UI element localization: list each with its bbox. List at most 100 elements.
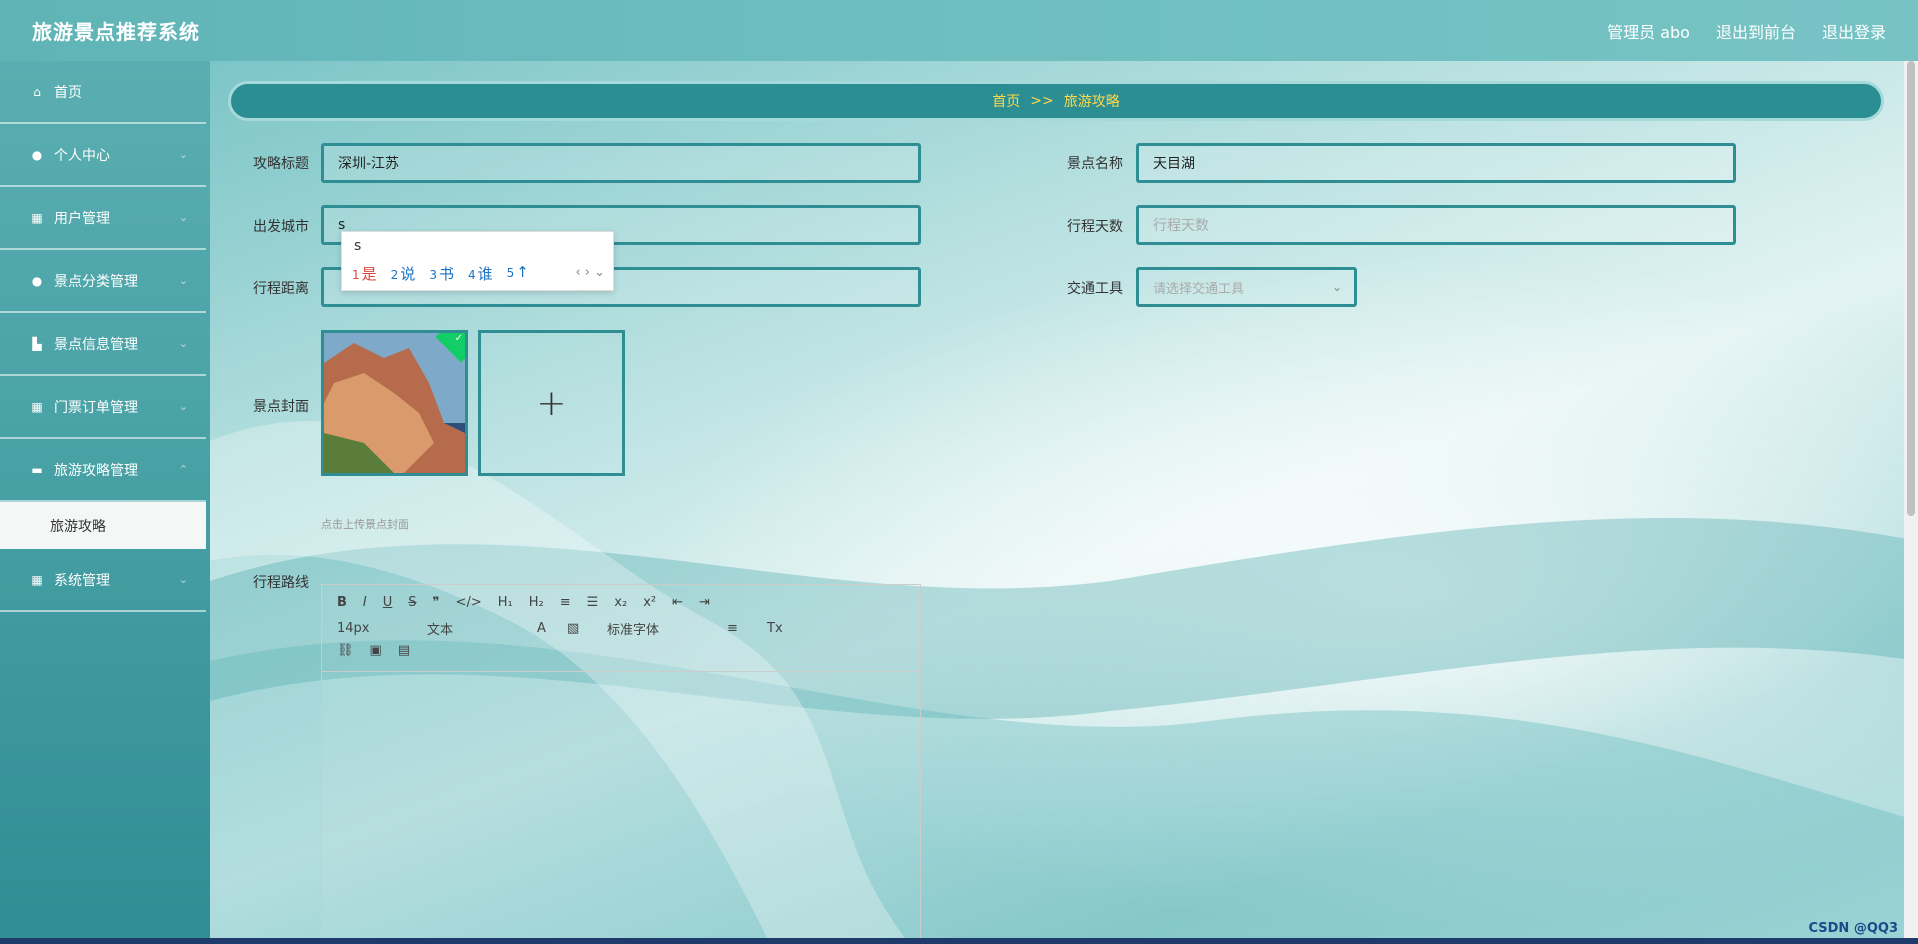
- chevron-down-icon: ⌄: [178, 274, 188, 287]
- ime-typed-text: s: [354, 238, 362, 254]
- upload-add-button[interactable]: +: [478, 330, 625, 476]
- cover-image: [324, 333, 465, 473]
- breadcrumb-home[interactable]: 首页: [992, 91, 1020, 111]
- trip-distance-label: 行程距离: [253, 281, 309, 297]
- image-icon[interactable]: ▣: [370, 643, 382, 658]
- home-icon: ⌂: [33, 84, 41, 99]
- sidebar-item-label: 门票订单管理: [54, 399, 138, 416]
- link-icon[interactable]: ⛓: [337, 643, 354, 658]
- indent-icon[interactable]: ⇥: [699, 595, 710, 610]
- breadcrumb: 首页 >> 旅游攻略: [228, 81, 1884, 121]
- user-icon: ●: [31, 147, 43, 162]
- sidebar-item-system-management[interactable]: ▦ 系统管理 ⌄: [0, 549, 206, 612]
- departure-city-label: 出发城市: [253, 219, 309, 235]
- sidebar-item-label: 用户管理: [54, 210, 110, 227]
- back-to-front-link[interactable]: 退出到前台: [1716, 19, 1796, 43]
- grid-icon: ▦: [31, 210, 43, 225]
- transport-select[interactable]: 请选择交通工具 ⌄: [1136, 267, 1357, 307]
- chevron-down-icon: ⌄: [178, 400, 188, 413]
- chevron-down-icon: ⌄: [1331, 280, 1342, 294]
- sidebar-item-home[interactable]: ⌂ 首页: [0, 61, 206, 124]
- transport-placeholder: 请选择交通工具: [1153, 281, 1245, 297]
- cover-label: 景点封面: [253, 399, 309, 415]
- outdent-icon[interactable]: ⇤: [672, 595, 683, 610]
- clear-format-icon[interactable]: Tx: [767, 621, 783, 636]
- sidebar-subitem-travel-guide[interactable]: 旅游攻略: [0, 502, 206, 549]
- logout-link[interactable]: 退出登录: [1822, 19, 1886, 43]
- code-icon[interactable]: </>: [456, 595, 482, 610]
- sidebar-item-ticket-orders[interactable]: ▦ 门票订单管理 ⌄: [0, 376, 206, 439]
- quote-icon[interactable]: ❞: [433, 595, 440, 610]
- page-scrollbar[interactable]: [1904, 61, 1918, 944]
- route-label: 行程路线: [253, 575, 309, 591]
- sidebar-item-user-management[interactable]: ▦ 用户管理 ⌄: [0, 187, 206, 250]
- strike-icon[interactable]: S: [408, 595, 416, 610]
- font-family-select[interactable]: 标准字体: [607, 619, 727, 638]
- sidebar-item-spot-info[interactable]: ▙ 景点信息管理 ⌄: [0, 313, 206, 376]
- background-color-icon[interactable]: ▧: [567, 621, 607, 636]
- check-icon: ✓: [454, 333, 463, 344]
- ime-candidate[interactable]: 5 ↑: [507, 263, 529, 284]
- title-label: 攻略标题: [253, 156, 309, 172]
- block-format-select[interactable]: 文本: [427, 619, 537, 638]
- book-icon: ▬: [31, 462, 43, 477]
- scrollbar-thumb[interactable]: [1907, 61, 1915, 516]
- ime-candidate[interactable]: 4谁: [468, 263, 493, 284]
- cover-hint: 点击上传景点封面: [321, 518, 409, 531]
- top-header: 旅游景点推荐系统 管理员 abo 退出到前台 退出登录: [0, 0, 1918, 61]
- chevron-up-icon: ⌃: [178, 463, 188, 476]
- os-taskbar: [0, 938, 1918, 944]
- trip-days-label: 行程天数: [1067, 219, 1123, 235]
- editor-divider: [322, 671, 920, 672]
- sidebar-item-label: 景点分类管理: [54, 273, 138, 290]
- sidebar-item-label: 旅游攻略管理: [54, 462, 138, 479]
- grid-icon: ▦: [31, 572, 43, 587]
- editor-toolbar-row-2: 14px 文本 A ▧ 标准字体 ≡ Tx: [337, 619, 783, 638]
- italic-icon[interactable]: I: [363, 595, 367, 610]
- ime-candidate-popup: s 1是 2说 3书 4谁 5 ↑ ‹ › ⌄: [341, 231, 614, 291]
- bullet-list-icon[interactable]: ☰: [587, 595, 599, 610]
- chevron-down-icon: ⌄: [178, 211, 188, 224]
- font-size-select[interactable]: 14px: [337, 621, 427, 636]
- chevron-down-icon: ⌄: [178, 148, 188, 161]
- sidebar-item-label: 系统管理: [54, 572, 110, 589]
- location-icon: ●: [31, 273, 43, 288]
- ime-candidates: 1是 2说 3书 4谁 5 ↑: [352, 263, 529, 284]
- editor-toolbar-row-1: B I U S ❞ </> H₁ H₂ ≡ ☰ x₂ x² ⇤ ⇥: [337, 595, 710, 610]
- app-title: 旅游景点推荐系统: [32, 20, 200, 44]
- sidebar: ⌂ 首页 ● 个人中心 ⌄ ▦ 用户管理 ⌄ ● 景点分类管理 ⌄ ▙ 景点信息…: [0, 61, 210, 944]
- subscript-icon[interactable]: x₂: [614, 595, 627, 610]
- grid-icon: ▦: [31, 399, 43, 414]
- chevron-down-icon: ⌄: [178, 337, 188, 350]
- building-icon: ▙: [32, 336, 42, 351]
- sidebar-item-label: 首页: [54, 84, 82, 101]
- spot-name-input[interactable]: 天目湖: [1136, 143, 1736, 183]
- ordered-list-icon[interactable]: ≡: [560, 595, 571, 610]
- breadcrumb-separator: >>: [1030, 93, 1054, 109]
- sidebar-item-label: 个人中心: [54, 147, 110, 164]
- video-icon[interactable]: ▤: [398, 643, 410, 658]
- ime-candidate[interactable]: 3书: [429, 263, 454, 284]
- trip-days-input[interactable]: 行程天数: [1136, 205, 1736, 245]
- rich-text-editor[interactable]: B I U S ❞ </> H₁ H₂ ≡ ☰ x₂ x² ⇤ ⇥ 14px 文…: [321, 584, 921, 944]
- title-input[interactable]: 深圳-江苏: [321, 143, 921, 183]
- sidebar-item-personal-center[interactable]: ● 个人中心 ⌄: [0, 124, 206, 187]
- align-icon[interactable]: ≡: [727, 621, 767, 636]
- ime-candidate[interactable]: 2说: [391, 263, 416, 284]
- ime-candidate[interactable]: 1是: [352, 263, 377, 284]
- font-color-icon[interactable]: A: [537, 621, 567, 636]
- transport-label: 交通工具: [1067, 281, 1123, 297]
- csdn-watermark: CSDN @QQ3: [1808, 921, 1899, 936]
- h2-icon[interactable]: H₂: [529, 595, 544, 610]
- h1-icon[interactable]: H₁: [498, 595, 513, 610]
- cover-thumbnail[interactable]: ✓: [321, 330, 468, 476]
- sidebar-item-travel-guide-management[interactable]: ▬ 旅游攻略管理 ⌃: [0, 439, 206, 502]
- admin-user-label[interactable]: 管理员 abo: [1607, 19, 1690, 43]
- bold-icon[interactable]: B: [337, 595, 347, 610]
- spot-name-label: 景点名称: [1067, 156, 1123, 172]
- ime-nav-icons[interactable]: ‹ › ⌄: [575, 265, 605, 280]
- superscript-icon[interactable]: x²: [643, 595, 656, 610]
- sidebar-item-spot-category[interactable]: ● 景点分类管理 ⌄: [0, 250, 206, 313]
- chevron-down-icon: ⌄: [178, 573, 188, 586]
- underline-icon[interactable]: U: [383, 595, 393, 610]
